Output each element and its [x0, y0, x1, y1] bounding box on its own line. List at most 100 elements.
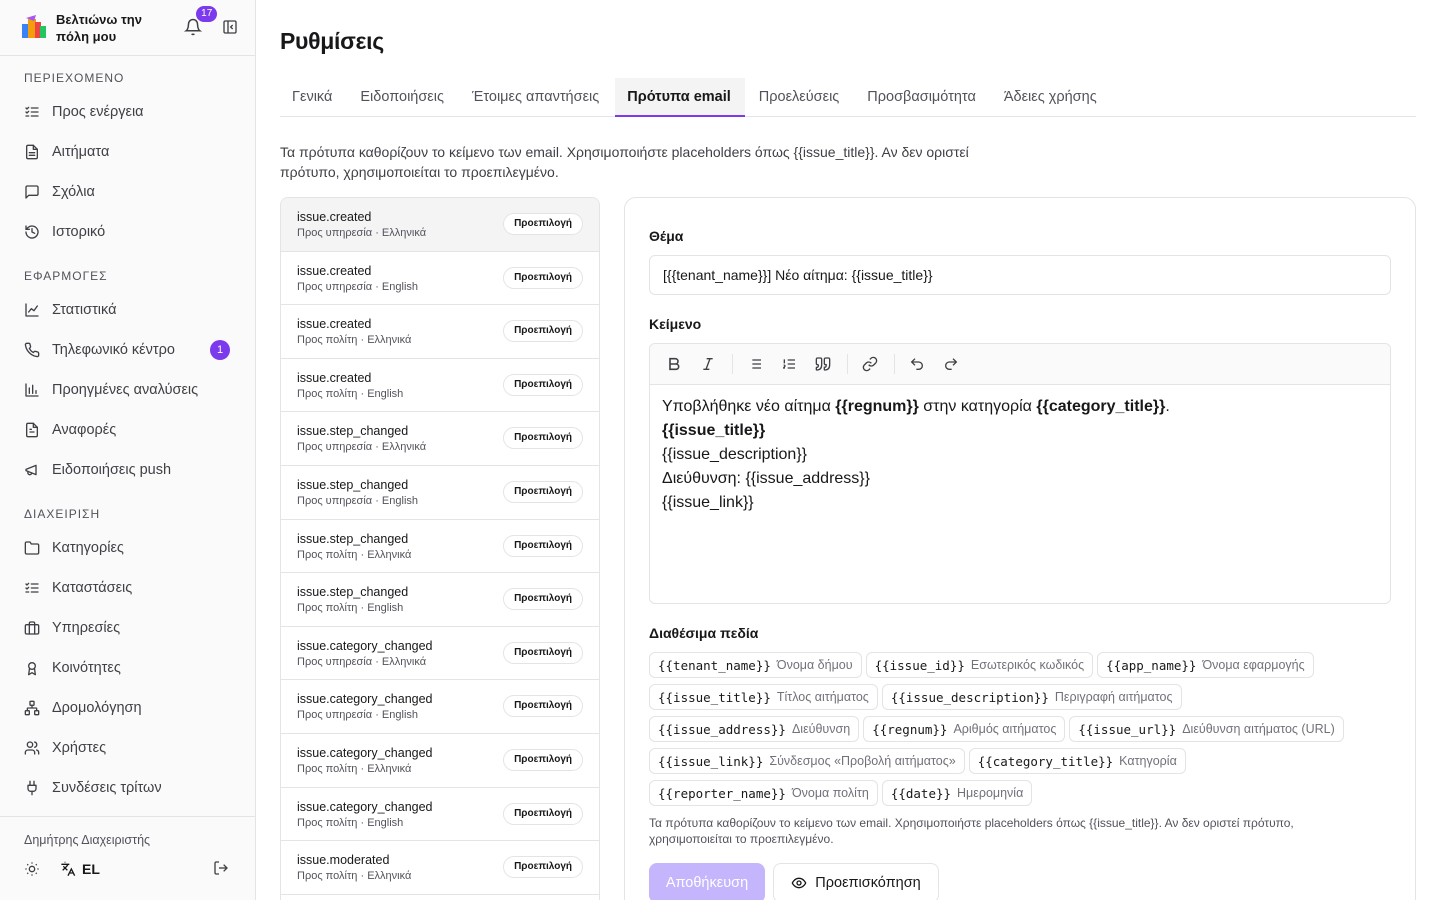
bullet-list-button[interactable] [741, 350, 769, 378]
field-description: Διεύθυνση αιτήματος (URL) [1182, 722, 1335, 736]
template-list-item[interactable]: issue.created Προς υπηρεσία · Ελληνικά Προ… [281, 198, 599, 252]
editor-body[interactable]: Υποβλήθηκε νέο αίτημα {{regnum}} στην κα… [650, 385, 1390, 525]
template-list-item[interactable]: issue.category_changed Προς υπηρεσία · Ελ… [281, 627, 599, 681]
field-chip[interactable]: {{issue_link}} Σύνδεσμος «Προβολή αιτήματ… [649, 748, 965, 774]
sidebar-item-label: Κατηγορίες [52, 540, 124, 556]
sidebar-item-briefcase[interactable]: Υπηρεσίες [0, 608, 255, 648]
plug-icon [27, 780, 37, 796]
sidebar-item-status-list[interactable]: Καταστάσεις [0, 568, 255, 608]
body-line-3: {{issue_description}} [662, 446, 807, 463]
field-code: {{tenant_name}} [658, 657, 771, 673]
template-list-item[interactable]: issue.category_changed Προς πολίτη · Ελλη… [281, 734, 599, 788]
field-code: {{issue_address}} [658, 721, 786, 737]
sidebar-item-history[interactable]: Ιστορικό [0, 212, 255, 252]
tab-3[interactable]: Πρότυπα email [615, 78, 745, 117]
save-button[interactable]: Αποθήκευση [649, 863, 765, 900]
template-list-item[interactable]: issue.step_changed Προς πολίτη · Ελληνικά… [281, 520, 599, 574]
field-chip[interactable]: {{issue_title}} Τίτλος αιτήματος [649, 684, 878, 710]
sidebar-item-label: Χρήστες [52, 740, 107, 756]
language-switcher[interactable]: EL [60, 861, 100, 877]
sidebar-item-list-check[interactable]: Προς ενέργεια [0, 92, 255, 132]
sidebar-item-users[interactable]: Χρήστες [0, 728, 255, 768]
body-placeholder-regnum: {{regnum}} [835, 398, 919, 415]
sidebar-item-folder[interactable]: Κατηγορίες [0, 528, 255, 568]
field-description: Τίτλος αιτήματος [776, 690, 869, 704]
tab-0[interactable]: Γενικά [280, 78, 346, 116]
body-text: στην κατηγορία [918, 398, 1037, 415]
bold-button[interactable] [660, 350, 688, 378]
field-code: {{issue_description}} [890, 689, 1049, 705]
sidebar-item-route[interactable]: Δρομολόγηση [0, 688, 255, 728]
editor-toolbar [650, 344, 1390, 385]
blockquote-button[interactable] [809, 350, 837, 378]
subject-input[interactable]: [{{tenant_name}}] Νέο αίτημα: {{issue_ti… [649, 255, 1391, 295]
field-chip[interactable]: {{date}} Ημερομηνία [881, 780, 1033, 806]
sidebar-item-label: Αιτήματα [52, 144, 110, 160]
template-list-item[interactable]: issue.created Προς πολίτη · English Προεπι… [281, 359, 599, 413]
tab-4[interactable]: Προελεύσεις [747, 78, 854, 116]
tab-2[interactable]: Έτοιμες απαντήσεις [460, 78, 613, 116]
logout-icon [214, 861, 228, 875]
field-chip[interactable]: {{tenant_name}} Όνομα δήμου [649, 652, 862, 678]
tab-1[interactable]: Ειδοποιήσεις [348, 78, 458, 116]
italic-button[interactable] [694, 350, 722, 378]
sidebar-item-label: Στατιστικά [52, 302, 117, 318]
field-chip[interactable]: {{issue_id}} Εσωτερικός κωδικός [865, 652, 1094, 678]
logout-button[interactable] [213, 860, 231, 878]
sidebar-item-community[interactable]: Κοινότητες [0, 648, 255, 688]
field-code: {{issue_title}} [658, 689, 771, 705]
undo-button[interactable] [903, 350, 931, 378]
sidebar-item-report[interactable]: Αναφορές [0, 410, 255, 450]
ordered-list-button[interactable] [775, 350, 803, 378]
undo-icon [910, 358, 923, 370]
redo-button[interactable] [937, 350, 965, 378]
template-list-item[interactable]: issue.category_changed Προς πολίτη · Engl… [281, 788, 599, 842]
sidebar-item-badge: 1 [210, 340, 230, 360]
body-line-1: Υποβλήθηκε νέο αίτημα {{regnum}} στην κα… [662, 395, 1378, 419]
template-list-item[interactable]: issue.created Προς υπηρεσία · English Προε… [281, 252, 599, 306]
template-list-item[interactable]: issue.step_changed Προς υπηρεσία · Englis… [281, 466, 599, 520]
subject-label: Θέμα [649, 228, 684, 244]
body-line-2: {{issue_title}} [662, 419, 1378, 443]
tab-6[interactable]: Άδειες χρήσης [992, 78, 1111, 116]
body-text: Υποβλήθηκε νέο αίτημα [662, 398, 836, 415]
field-chip[interactable]: {{category_title}} Κατηγορία [968, 748, 1186, 774]
field-chip[interactable]: {{issue_address}} Διεύθυνση [649, 716, 860, 742]
template-list-item[interactable]: issue.step_changed Προς υπηρεσία · Ελληνι… [281, 412, 599, 466]
template-list-item[interactable]: issue.created Προς πολίτη · Ελληνικά Προεπ… [281, 305, 599, 359]
sidebar-item-phone[interactable]: Τηλεφωνικό κέντρο 1 [0, 330, 255, 370]
sidebar-item-megaphone[interactable]: Ειδοποιήσεις push [0, 450, 255, 490]
sidebar-item-label: Δρομολόγηση [52, 700, 142, 716]
template-list-item[interactable]: issue.step_changed Προς πολίτη · English Π… [281, 573, 599, 627]
link-button[interactable] [856, 350, 884, 378]
sidebar-nav: ΠΕΡΙΕΧΟΜΕΝΟ Προς ενέργεια Αιτήματα Σχόλια Ισ… [0, 56, 255, 808]
sun-icon [25, 862, 39, 876]
sidebar-item-document[interactable]: Αιτήματα [0, 132, 255, 172]
toolbar-separator [847, 354, 848, 374]
field-description: Όνομα δήμου [776, 658, 853, 672]
preview-button[interactable]: Προεπισκόπηση [773, 863, 939, 900]
history-icon [25, 225, 39, 239]
template-list-item[interactable]: issue.category_changed Προς υπηρεσία · En… [281, 680, 599, 734]
theme-toggle-button[interactable] [24, 861, 40, 877]
collapse-sidebar-button[interactable] [222, 19, 239, 37]
tab-5[interactable]: Προσβασιμότητα [855, 78, 990, 116]
sidebar-item-plug[interactable]: Συνδέσεις τρίτων [0, 768, 255, 808]
field-chip[interactable]: {{regnum}} Αριθμός αιτήματος [863, 716, 1066, 742]
field-chip[interactable]: {{app_name}} Όνομα εφαρμογής [1097, 652, 1314, 678]
field-chip[interactable]: {{reporter_name}} Όνομα πολίτη [649, 780, 878, 806]
field-chip[interactable]: {{issue_description}} Περιγραφή αιτήματος [881, 684, 1182, 710]
hint-text: Τα πρότυπα καθορίζουν το κείμενο των ema… [649, 816, 1294, 846]
status-list-icon [25, 582, 39, 593]
default-badge: Προεπιλογή [503, 480, 583, 503]
sidebar-item-bar-chart[interactable]: Προηγμένες αναλύσεις [0, 370, 255, 410]
field-code: {{category_title}} [977, 753, 1114, 769]
field-description: Ημερομηνία [957, 786, 1024, 800]
sidebar-item-line-chart[interactable]: Στατιστικά [0, 290, 255, 330]
notifications-button[interactable]: 17 [184, 5, 218, 38]
template-list-item[interactable]: issue.moderated Προς πολίτη · Ελληνικά Προ… [281, 841, 599, 895]
sidebar-item-comment[interactable]: Σχόλια [0, 172, 255, 212]
field-chip[interactable]: {{issue_url}} Διεύθυνση αιτήματος (URL) [1069, 716, 1344, 742]
sidebar-item-label: Υπηρεσίες [52, 620, 121, 636]
default-badge: Προεπιλογή [503, 588, 583, 611]
